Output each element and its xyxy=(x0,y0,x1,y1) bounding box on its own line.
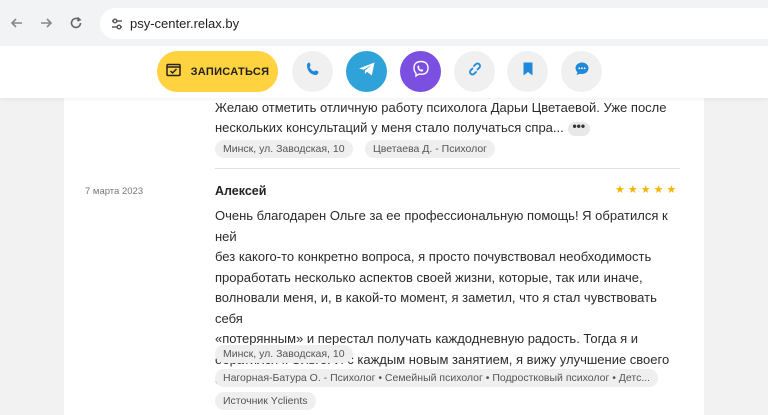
star-icon: ★ xyxy=(627,184,638,196)
bookmark-button[interactable] xyxy=(507,51,548,92)
review-text-line: проработать несколько аспектов своей жиз… xyxy=(215,269,643,285)
calendar-check-icon xyxy=(165,62,181,82)
arrow-left-icon[interactable] xyxy=(5,11,29,35)
viber-button[interactable] xyxy=(400,51,441,92)
star-icon: ★ xyxy=(653,184,664,196)
review-text-line: Желаю отметить отличную работу психолога… xyxy=(215,100,667,115)
review-author: Алексей xyxy=(215,184,267,198)
url-text: psy-center.relax.by xyxy=(130,16,240,31)
review-text-line: Очень благодарен Ольге за ее профессиона… xyxy=(215,208,668,244)
link-icon xyxy=(467,61,483,82)
address-tag: Минск, ул. Заводская, 10 xyxy=(215,140,353,158)
specialist-tag[interactable]: Нагорная-Батура О. - Психолог • Семейный… xyxy=(215,369,659,387)
bookmark-icon xyxy=(522,61,534,82)
review-divider xyxy=(215,168,680,169)
reload-icon[interactable] xyxy=(64,11,88,35)
review-text-truncated: нескольких консультаций у меня стало пол… xyxy=(215,120,564,135)
phone-button[interactable] xyxy=(292,51,333,92)
star-icon: ★ xyxy=(640,184,651,196)
review-text: Желаю отметить отличную работу психолога… xyxy=(215,98,685,138)
viber-icon xyxy=(412,60,430,83)
review-text-line: волновали меня, и, в какой-то момент, я … xyxy=(215,290,657,326)
link-button[interactable] xyxy=(454,51,495,92)
tune-icon[interactable] xyxy=(106,13,128,35)
address-bar[interactable]: psy-center.relax.by xyxy=(100,8,768,39)
telegram-icon xyxy=(358,61,376,82)
source-tag: Источник Yclients xyxy=(215,392,316,410)
chat-button[interactable] xyxy=(561,51,602,92)
address-tag: Минск, ул. Заводская, 10 xyxy=(215,345,353,363)
expand-more-button[interactable]: ••• xyxy=(567,120,590,136)
chat-icon xyxy=(574,61,590,82)
reviews-card: Желаю отметить отличную работу психолога… xyxy=(64,98,704,415)
phone-icon xyxy=(305,61,321,82)
book-button-label: ЗАПИСАТЬСЯ xyxy=(190,65,270,78)
specialist-tag[interactable]: Цветаева Д. - Психолог xyxy=(365,140,495,158)
book-button[interactable]: ЗАПИСАТЬСЯ xyxy=(157,51,278,92)
rating-stars: ★ ★ ★ ★ ★ xyxy=(615,184,676,196)
star-icon: ★ xyxy=(666,184,677,196)
browser-toolbar: psy-center.relax.by xyxy=(0,0,768,46)
action-bar: ЗАПИСАТЬСЯ xyxy=(0,46,768,98)
review-date: 7 марта 2023 xyxy=(85,186,144,197)
arrow-right-icon[interactable] xyxy=(34,11,58,35)
telegram-button[interactable] xyxy=(346,51,387,92)
review-text-line: нескольких консультаций у меня стало пол… xyxy=(215,118,685,138)
star-icon: ★ xyxy=(615,184,625,196)
review-text-line: без какого-то конкретно вопроса, я прост… xyxy=(215,249,652,264)
